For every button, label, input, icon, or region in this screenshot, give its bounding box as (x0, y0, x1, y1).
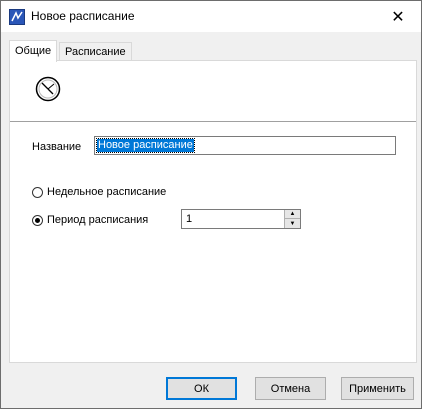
period-stepper[interactable]: 1 ▲ ▼ (181, 209, 301, 229)
tab-strip: Общие Расписание (9, 40, 417, 62)
apply-button[interactable]: Применить (341, 377, 414, 400)
title-bar: Новое расписание ✕ (1, 1, 421, 32)
close-icon[interactable]: ✕ (375, 1, 421, 32)
weekly-schedule-radio[interactable] (32, 186, 43, 198)
general-tab-panel: Название Новое расписание Недельное расп… (9, 60, 417, 363)
name-input-value: Новое расписание (96, 138, 195, 153)
period-schedule-label: Период расписания (47, 214, 149, 226)
tab-schedule[interactable]: Расписание (59, 42, 132, 61)
weekly-schedule-option[interactable]: Недельное расписание (32, 186, 166, 198)
ok-button[interactable]: ОК (166, 377, 237, 400)
dialog-window: Новое расписание ✕ Общие Расписание Назв… (0, 0, 422, 409)
stepper-down-icon[interactable]: ▼ (285, 219, 300, 228)
stepper-buttons: ▲ ▼ (284, 210, 300, 228)
clock-icon (35, 76, 61, 102)
period-schedule-option[interactable]: Период расписания (32, 214, 148, 226)
separator (10, 121, 416, 123)
cancel-button[interactable]: Отмена (255, 377, 326, 400)
weekly-schedule-label: Недельное расписание (47, 186, 167, 198)
tab-general[interactable]: Общие (9, 40, 58, 62)
period-value: 1 (186, 213, 193, 225)
name-label: Название (32, 141, 82, 153)
period-schedule-radio[interactable] (32, 214, 43, 226)
stepper-up-icon[interactable]: ▲ (285, 210, 300, 219)
app-icon (9, 9, 25, 25)
name-input[interactable]: Новое расписание (94, 136, 396, 155)
window-title: Новое расписание (31, 9, 135, 23)
